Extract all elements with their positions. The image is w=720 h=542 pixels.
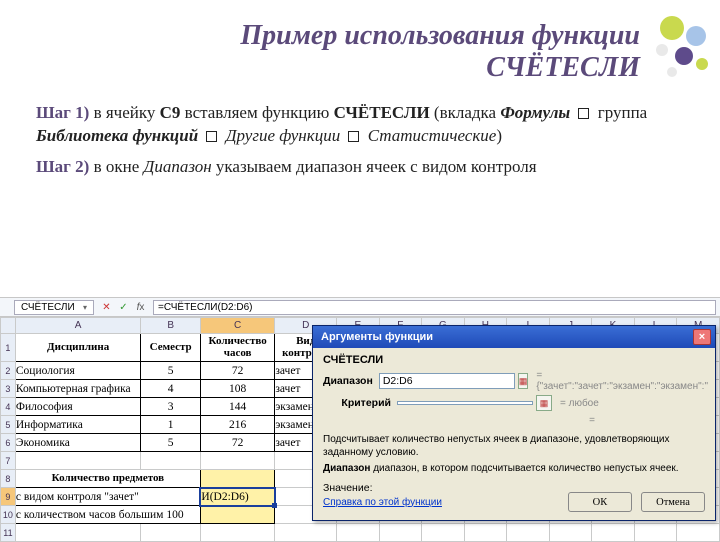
help-link[interactable]: Справка по этой функции (323, 497, 442, 508)
param-range-label: Диапазон (323, 375, 373, 387)
fx-icon[interactable]: fx (133, 300, 148, 315)
name-box[interactable]: СЧЁТЕСЛИ▾ (14, 300, 94, 315)
active-cell-c9: И(D2:D6) (200, 488, 274, 506)
slide-title: Пример использования функции СЧЁТЕСЛИ (0, 0, 720, 94)
param-range-result: = {"зачет":"зачет":"экзамен":"экзамен":" (536, 370, 708, 392)
close-icon[interactable]: × (693, 329, 711, 345)
dialog-function-name: СЧЁТЕСЛИ (323, 354, 705, 366)
dialog-titlebar[interactable]: Аргументы функции × (313, 326, 715, 348)
formula-bar[interactable]: =СЧЁТЕСЛИ(D2:D6) (153, 300, 716, 315)
decorative-dots (646, 14, 714, 90)
param-criteria-label: Критерий (323, 397, 391, 409)
dialog-param-description: Диапазон диапазон, в котором подсчитывае… (323, 463, 705, 474)
accept-formula-icon[interactable]: ✓ (116, 300, 131, 315)
cancel-button[interactable]: Отмена (641, 492, 705, 512)
range-picker-icon[interactable]: ▦ (536, 395, 552, 411)
cancel-formula-icon[interactable]: ✕ (99, 300, 114, 315)
ok-button[interactable]: ОК (568, 492, 632, 512)
dropdown-icon: ▾ (83, 303, 87, 312)
dialog-description: Подсчитывает количество непустых ячеек в… (323, 434, 705, 459)
param-criteria-input[interactable] (397, 401, 533, 405)
step-1-text: Шаг 1) в ячейку C9 вставляем функцию СЧЁ… (0, 94, 720, 148)
function-arguments-dialog: Аргументы функции × СЧЁТЕСЛИ Диапазон D2… (312, 325, 716, 521)
param-range-input[interactable]: D2:D6 (379, 373, 515, 389)
table-row[interactable]: 11 (1, 524, 720, 542)
range-picker-icon[interactable]: ▦ (518, 373, 529, 389)
step-2-text: Шаг 2) в окне Диапазон указываем диапазо… (0, 148, 720, 179)
dialog-equals: = (323, 415, 595, 426)
param-criteria-result: = любое (560, 398, 599, 409)
